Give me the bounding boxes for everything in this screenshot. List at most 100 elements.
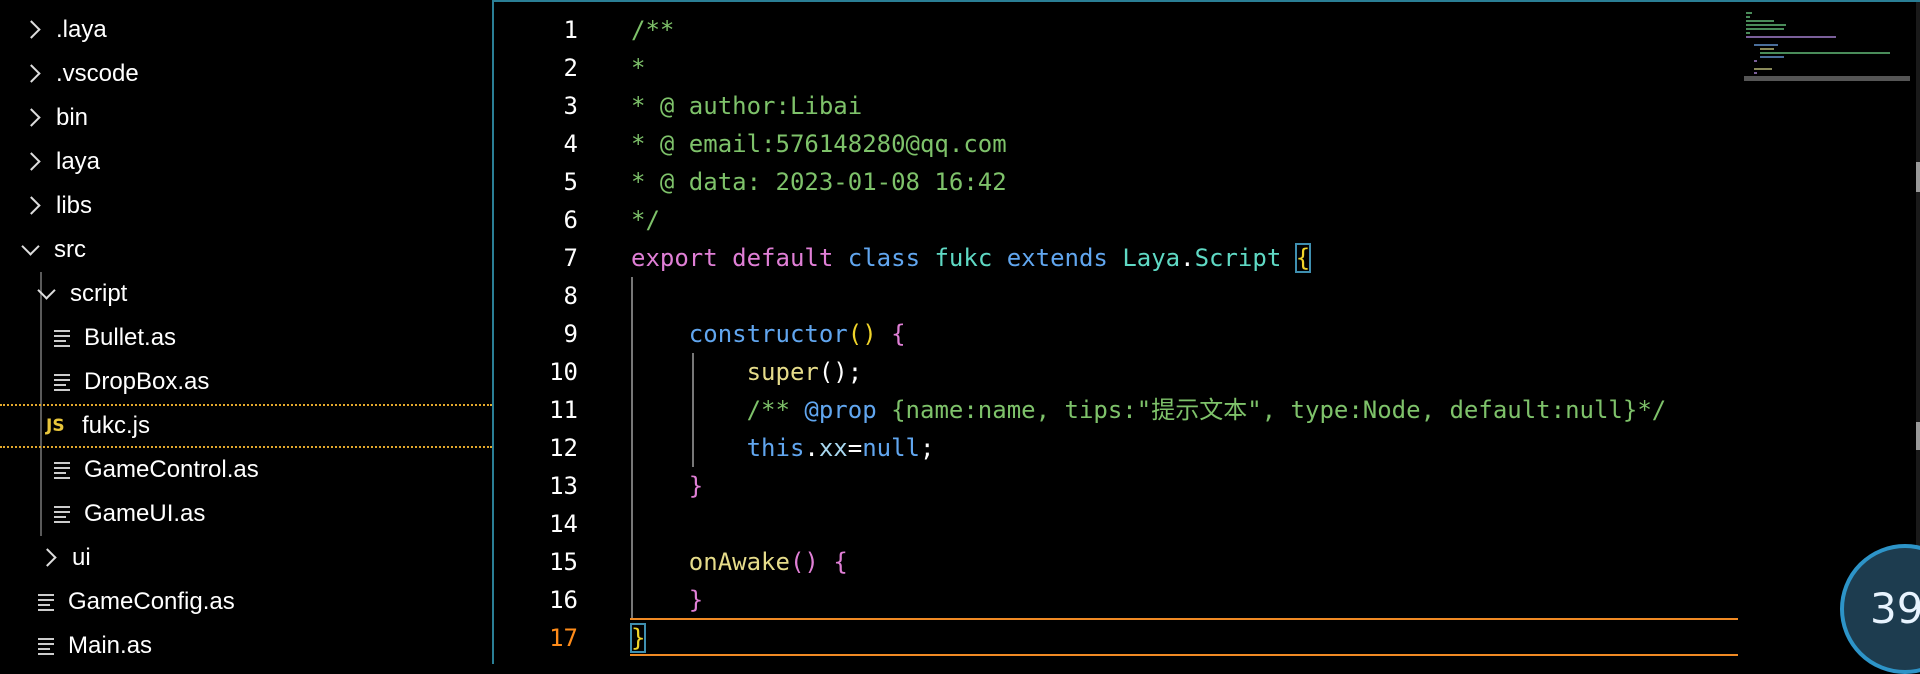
- tree-item-label: ui: [72, 544, 91, 571]
- code-line-10: super();: [631, 353, 863, 391]
- tree-item-label: fukc.js: [82, 412, 151, 439]
- explorer-sidebar: .laya .vscode bin laya libs src script B…: [0, 0, 494, 664]
- token-operator: =: [847, 434, 863, 462]
- token-null: null: [862, 434, 920, 462]
- token-comment: */: [1637, 396, 1667, 424]
- token-brace: {: [891, 320, 906, 348]
- tree-item-src[interactable]: src: [0, 228, 492, 272]
- minimap-line: [1746, 32, 1750, 34]
- token-doc-tag: @prop: [804, 396, 877, 424]
- tree-item-laya-dot[interactable]: .laya: [0, 8, 492, 52]
- token-comment: /**: [746, 396, 790, 424]
- line-number: 9: [563, 320, 578, 348]
- tree-item-gameui[interactable]: GameUI.as: [0, 492, 492, 536]
- minimap[interactable]: [1744, 10, 1910, 81]
- code-line-17: }: [629, 619, 647, 657]
- token-keyword: class: [847, 244, 921, 272]
- code-line-3: * @ author:Libai: [631, 92, 863, 120]
- tree-item-label: GameControl.as: [84, 456, 259, 483]
- tree-item-main[interactable]: Main.as: [0, 624, 492, 664]
- current-line-highlight-top: [630, 618, 1738, 620]
- tree-item-label: laya: [56, 148, 101, 175]
- line-number: 5: [563, 168, 578, 196]
- tree-item-dropbox[interactable]: DropBox.as: [0, 360, 492, 404]
- scrollbar-marker: [1916, 422, 1920, 450]
- code-editor[interactable]: 1 2 3 4 5 6 7 8 9 10 11 12 13 14 15 16 1…: [494, 0, 1920, 666]
- scrollbar-marker: [1916, 162, 1920, 192]
- line-number: 15: [549, 548, 578, 576]
- minimap-line: [1746, 12, 1752, 14]
- tree-item-label: libs: [56, 192, 93, 219]
- token-brace-matched: {: [1294, 243, 1312, 273]
- tree-item-laya[interactable]: laya: [0, 140, 492, 184]
- current-line-highlight-bottom: [630, 654, 1738, 656]
- code-line-9: constructor() {: [631, 315, 906, 353]
- chevron-right-icon: [22, 151, 44, 173]
- tree-item-label: script: [70, 280, 128, 307]
- tree-item-label: src: [54, 236, 86, 263]
- minimap-line: [1746, 24, 1786, 26]
- line-number: 2: [563, 54, 578, 82]
- code-line-7: export default class fukc extends Laya.S…: [631, 239, 1312, 277]
- tree-item-vscode[interactable]: .vscode: [0, 52, 492, 96]
- code-line-5: * @ data: 2023-01-08 16:42: [631, 168, 1007, 196]
- token-comment: {name:name, tips:"提示文本", type:Node, defa…: [891, 396, 1638, 424]
- chevron-right-icon: [22, 195, 44, 217]
- line-number: 7: [563, 244, 578, 272]
- minimap-line: [1760, 52, 1890, 54]
- token-punctuation: ;: [920, 434, 935, 462]
- tree-item-script[interactable]: script: [0, 272, 492, 316]
- minimap-line: [1754, 68, 1772, 70]
- file-lines-icon: [36, 635, 58, 657]
- token-parens: (): [789, 548, 819, 576]
- token-class-name: fukc: [934, 244, 993, 272]
- file-lines-icon: [52, 503, 74, 525]
- token-brace-matched: }: [629, 623, 647, 653]
- token-punctuation: ();: [818, 358, 863, 386]
- code-line-6: */: [631, 206, 660, 234]
- javascript-file-icon: JS: [46, 416, 65, 436]
- current-line-number: 17: [549, 624, 578, 652]
- token-function: onAwake: [688, 548, 790, 576]
- code-line-4: * @ email:576148280@qq.com: [631, 130, 1007, 158]
- tree-item-label: Main.as: [68, 632, 153, 659]
- token-keyword: export: [631, 244, 718, 272]
- line-number: 6: [563, 206, 578, 234]
- line-number: 16: [549, 586, 578, 614]
- token-function: super: [746, 358, 819, 386]
- minimap-line: [1746, 16, 1750, 18]
- file-lines-icon: [36, 591, 58, 613]
- tree-item-label: GameUI.as: [84, 500, 206, 527]
- tree-item-gamecontrol[interactable]: GameControl.as: [0, 448, 492, 492]
- tree-item-label: Bullet.as: [84, 324, 177, 351]
- chevron-right-icon: [38, 547, 60, 569]
- tree-item-bullet[interactable]: Bullet.as: [0, 316, 492, 360]
- chevron-down-icon: [20, 239, 42, 261]
- code-line-2: *: [631, 54, 646, 82]
- tree-item-fukc[interactable]: JS fukc.js: [0, 404, 492, 448]
- tree-item-ui[interactable]: ui: [0, 536, 492, 580]
- tree-item-gameconfig[interactable]: GameConfig.as: [0, 580, 492, 624]
- line-number: 11: [549, 396, 578, 424]
- token-keyword: default: [732, 244, 834, 272]
- minimap-line: [1754, 44, 1778, 46]
- token-parens: (): [847, 320, 877, 348]
- minimap-slider[interactable]: [1744, 76, 1910, 81]
- token-this: this: [746, 434, 805, 462]
- chevron-down-icon: [36, 283, 58, 305]
- code-line-12: this.xx=null;: [631, 429, 935, 467]
- tree-item-bin[interactable]: bin: [0, 96, 492, 140]
- token-brace: }: [688, 586, 704, 614]
- tree-item-libs[interactable]: libs: [0, 184, 492, 228]
- token-class-name: Laya: [1122, 244, 1181, 272]
- chevron-right-icon: [22, 107, 44, 129]
- minimap-line: [1754, 72, 1757, 74]
- token-property: xx: [818, 434, 848, 462]
- code-line-11: /** @prop {name:name, tips:"提示文本", type:…: [631, 391, 1667, 429]
- tree-item-label: .laya: [56, 16, 107, 43]
- token-class-name: Script: [1194, 244, 1282, 272]
- line-number: 1: [563, 16, 578, 44]
- minimap-line: [1746, 20, 1774, 22]
- minimap-line: [1746, 36, 1836, 38]
- file-lines-icon: [52, 371, 74, 393]
